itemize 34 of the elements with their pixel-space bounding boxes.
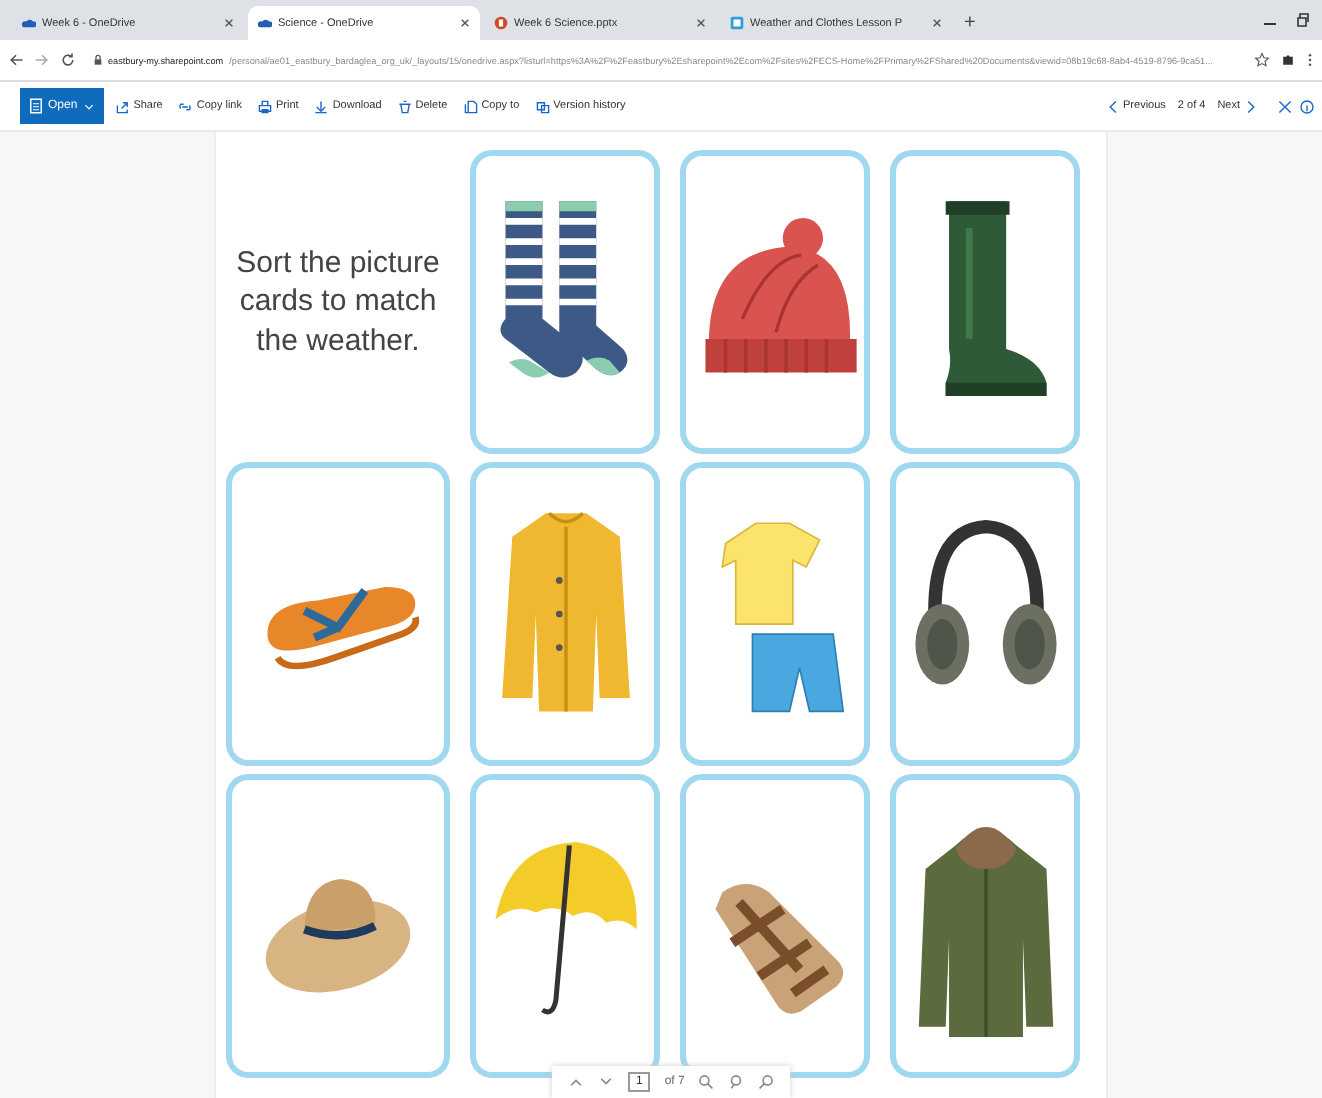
cloud-icon bbox=[22, 16, 36, 30]
chevron-left-icon bbox=[1105, 99, 1120, 113]
lock-icon bbox=[94, 54, 102, 66]
download-icon bbox=[314, 99, 329, 113]
chevron-down-icon[interactable] bbox=[598, 1074, 614, 1090]
chevron-right-icon bbox=[1244, 99, 1258, 113]
share-icon bbox=[115, 99, 130, 113]
zoom-in-icon[interactable] bbox=[698, 1074, 715, 1090]
search-icon[interactable] bbox=[758, 1074, 775, 1090]
info-icon[interactable] bbox=[1300, 99, 1314, 113]
history-icon bbox=[535, 99, 550, 113]
chevron-up-icon[interactable] bbox=[568, 1074, 584, 1090]
star-icon[interactable] bbox=[1254, 52, 1270, 68]
print-icon bbox=[258, 99, 272, 113]
close-icon[interactable] bbox=[1278, 99, 1292, 113]
close-icon[interactable] bbox=[696, 18, 706, 28]
document-icon bbox=[30, 98, 42, 114]
menu-icon[interactable] bbox=[1306, 52, 1314, 68]
copy-icon bbox=[463, 99, 478, 113]
cloud-icon bbox=[258, 16, 272, 30]
caret-icon bbox=[83, 103, 94, 109]
restore-icon[interactable] bbox=[1294, 12, 1310, 28]
instruction-text: Sort the picture cards to match the weather. bbox=[234, 243, 442, 361]
back-icon[interactable] bbox=[8, 52, 24, 68]
reload-icon[interactable] bbox=[60, 52, 76, 68]
zoom-out-icon[interactable] bbox=[728, 1074, 745, 1090]
close-icon[interactable] bbox=[224, 18, 234, 28]
document-icon bbox=[730, 16, 744, 30]
delete-icon bbox=[397, 99, 412, 113]
close-icon[interactable] bbox=[460, 18, 470, 28]
presentation-icon bbox=[494, 16, 508, 30]
link-icon bbox=[178, 99, 193, 113]
close-icon[interactable] bbox=[932, 18, 942, 28]
new-tab-button[interactable]: + bbox=[956, 12, 984, 40]
